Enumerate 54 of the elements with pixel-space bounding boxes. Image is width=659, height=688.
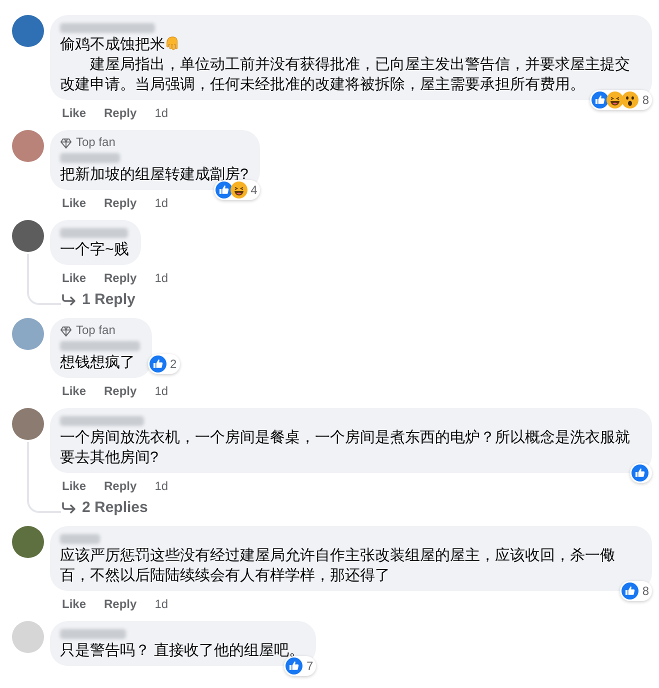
diamond-icon (60, 136, 72, 148)
top-fan-label: Top fan (76, 135, 116, 150)
comment-text: 一个字~贱 (60, 240, 129, 260)
reaction-count: 8 (642, 584, 649, 598)
comment-text: 偷鸡不成蚀把米 (60, 35, 640, 55)
blurred-name[interactable] (60, 228, 128, 238)
reply-arrow-icon (62, 502, 76, 514)
timestamp[interactable]: 1d (154, 270, 168, 286)
reaction-summary[interactable]: 4 (214, 180, 260, 200)
blurred-name[interactable] (60, 629, 126, 639)
top-fan-label: Top fan (76, 323, 116, 338)
reaction-summary[interactable]: 2 (148, 354, 180, 374)
blurred-name[interactable] (60, 23, 155, 33)
view-replies-link[interactable]: 1 Reply (62, 290, 136, 310)
timestamp[interactable]: 1d (154, 195, 168, 211)
reaction-summary[interactable]: 8 (620, 581, 652, 601)
comment-text: 一个房间放洗衣机，一个房间是餐桌，一个房间是煮东西的电炉？所以概念是洗衣服就要去其他房间? (60, 428, 631, 468)
view-replies-link[interactable]: 2 Replies (62, 498, 148, 518)
blurred-name[interactable] (60, 341, 140, 351)
reply-link[interactable]: Reply (104, 596, 137, 612)
comment-text: 应该严厉惩罚这些没有经过建屋局允许自作主张改装组屋的屋主，应该收回，杀一儆百，不然以后陆陆续续会有人有样学样，那还得了 (60, 546, 616, 586)
reply-link[interactable]: Reply (104, 383, 137, 399)
pointing-hand-icon (165, 36, 180, 51)
reply-link[interactable]: Reply (104, 195, 137, 211)
reaction-summary[interactable]: 7 (284, 656, 316, 676)
comment-text: 想钱想疯了 (60, 353, 136, 373)
timestamp[interactable]: 1d (154, 596, 168, 612)
avatar[interactable] (12, 220, 44, 252)
reply-link[interactable]: Reply (104, 270, 137, 286)
avatar[interactable] (12, 408, 44, 440)
like-link[interactable]: Like (62, 270, 86, 286)
reaction-summary[interactable]: 8 (590, 90, 652, 110)
reply-link[interactable]: Reply (104, 105, 137, 121)
timestamp[interactable]: 1d (154, 105, 168, 121)
reaction-count: 8 (642, 93, 649, 107)
blurred-name[interactable] (60, 153, 120, 163)
like-link[interactable]: Like (62, 383, 86, 399)
like-link[interactable]: Like (62, 596, 86, 612)
reply-arrow-icon (62, 294, 76, 306)
reaction-count: 2 (170, 357, 177, 371)
avatar[interactable] (12, 15, 44, 47)
like-link[interactable]: Like (62, 478, 86, 494)
like-link[interactable]: Like (62, 195, 86, 211)
blurred-name[interactable] (60, 534, 100, 544)
timestamp[interactable]: 1d (154, 383, 168, 399)
avatar[interactable] (12, 526, 44, 558)
avatar[interactable] (12, 130, 44, 162)
reply-link[interactable]: Reply (104, 478, 137, 494)
diamond-icon (60, 324, 72, 336)
blurred-name[interactable] (60, 416, 144, 426)
like-link[interactable]: Like (62, 105, 86, 121)
reaction-count: 4 (250, 183, 258, 197)
timestamp[interactable]: 1d (154, 478, 168, 494)
reaction-count: 7 (306, 659, 314, 673)
